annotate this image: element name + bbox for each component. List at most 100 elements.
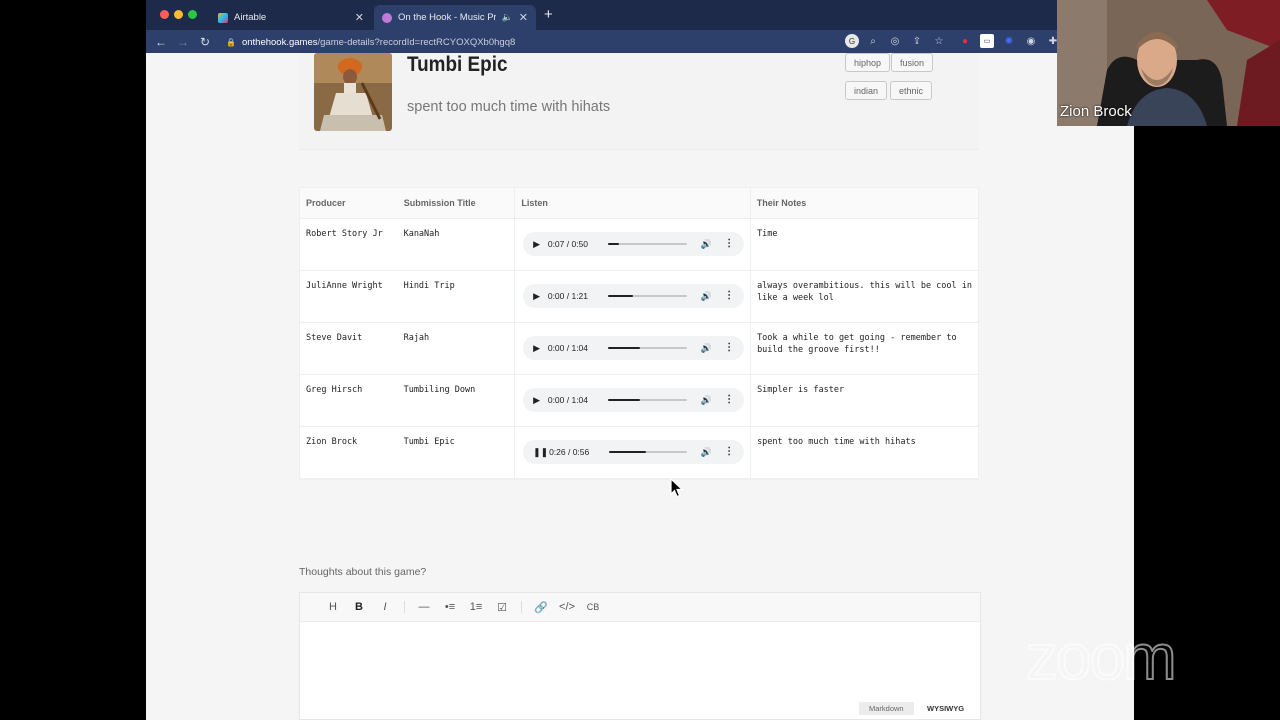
audio-progress-fill [608, 399, 640, 401]
extension-box-icon[interactable]: ▭ [980, 34, 994, 48]
audio-progress-bar[interactable] [608, 243, 687, 245]
volume-icon[interactable]: 🔊 [701, 446, 712, 458]
close-window-icon[interactable] [160, 10, 169, 19]
address-bar[interactable]: 🔒 onthehook.games/game-details?recordId=… [226, 34, 836, 50]
audio-player[interactable]: ❚❚ 0:26 / 0:56 🔊 ⋮ [523, 440, 745, 464]
minimize-window-icon[interactable] [174, 10, 183, 19]
notes-cell: Time [757, 229, 778, 239]
numbered-list-button[interactable]: 1≡ [463, 601, 489, 613]
volume-icon[interactable]: 🔊 [701, 238, 712, 250]
notes-cell: spent too much time with hihats [757, 437, 916, 447]
column-header-title: Submission Title [398, 188, 516, 218]
audio-player[interactable]: ▶ 0:00 / 1:21 🔊 ⋮ [523, 284, 745, 308]
table-row: Zion Brock Tumbi Epic ❚❚ 0:26 / 0:56 🔊 ⋮… [300, 427, 978, 479]
audio-progress-bar[interactable] [608, 295, 687, 297]
table-row: Robert Story Jr KanaNah ▶ 0:07 / 0:50 🔊 … [300, 219, 978, 271]
tab-airtable[interactable]: Airtable ✕ [210, 5, 372, 30]
lock-icon: 🔒 [226, 37, 236, 47]
producer-cell: Zion Brock [306, 437, 358, 447]
tab-on-the-hook[interactable]: On the Hook - Music Produ 🔈 ✕ [374, 5, 536, 30]
toolbar-divider [521, 601, 522, 613]
play-icon[interactable]: ▶ [533, 394, 546, 406]
toolbar-divider [404, 601, 405, 613]
profile-icon[interactable]: ◉ [1024, 34, 1038, 48]
audio-progress-bar[interactable] [609, 451, 687, 453]
audio-progress-fill [608, 347, 640, 349]
tag-badge[interactable]: ethnic [890, 81, 933, 100]
webcam-feed: Zion Brock [1057, 0, 1280, 126]
submission-title-cell: Hindi Trip [398, 271, 516, 322]
task-list-button[interactable]: ☑ [489, 601, 515, 614]
audio-player[interactable]: ▶ 0:00 / 1:04 🔊 ⋮ [523, 388, 745, 412]
share-icon[interactable]: ⇪ [910, 34, 924, 48]
more-options-icon[interactable]: ⋮ [724, 394, 734, 406]
bullet-list-button[interactable]: •≡ [437, 601, 463, 613]
link-button[interactable]: 🔗 [528, 601, 554, 614]
listen-cell: ▶ 0:00 / 1:04 🔊 ⋮ [515, 323, 752, 374]
game-subtitle: spent too much time with hihats [407, 99, 611, 115]
audio-progress-fill [608, 295, 634, 297]
game-header: Tumbi Epic spent too much time with hiha… [299, 53, 979, 150]
audio-player[interactable]: ▶ 0:00 / 1:04 🔊 ⋮ [523, 336, 745, 360]
volume-icon[interactable]: 🔊 [701, 290, 712, 302]
extension-gear-icon[interactable]: ✺ [1002, 34, 1016, 48]
markdown-mode-button[interactable]: Markdown [859, 702, 914, 715]
more-options-icon[interactable]: ⋮ [724, 238, 734, 250]
play-icon[interactable]: ▶ [533, 342, 546, 354]
table-row: Greg Hirsch Tumbiling Down ▶ 0:00 / 1:04… [300, 375, 978, 427]
bold-button[interactable]: B [346, 601, 372, 613]
code-button[interactable]: </> [554, 601, 580, 613]
google-icon[interactable]: G [845, 34, 859, 48]
play-icon[interactable]: ▶ [533, 290, 546, 302]
volume-icon[interactable]: 🔊 [701, 394, 712, 406]
notes-cell: always overambitious. this will be cool … [757, 281, 972, 303]
pause-icon[interactable]: ❚❚ [533, 446, 548, 458]
producer-cell: Robert Story Jr [306, 229, 383, 239]
close-tab-icon[interactable]: ✕ [355, 11, 364, 24]
notes-cell: Simpler is faster [757, 385, 845, 395]
more-options-icon[interactable]: ⋮ [724, 446, 734, 458]
zoom-magnifier-icon[interactable]: ⌕ [866, 34, 880, 48]
eye-slash-icon[interactable]: ◎ [888, 34, 902, 48]
bookmark-star-icon[interactable]: ☆ [932, 34, 946, 48]
back-icon[interactable]: ← [150, 35, 172, 49]
heading-button[interactable]: H [320, 601, 346, 613]
audio-progress-bar[interactable] [608, 347, 687, 349]
code-block-button[interactable]: CB [580, 602, 606, 612]
wysiwyg-mode-button[interactable]: WYSIWYG [917, 702, 975, 715]
horizontal-rule-button[interactable]: — [411, 601, 437, 613]
url-host: onthehook.games [241, 36, 318, 48]
producer-cell: Steve Davit [306, 333, 363, 343]
new-tab-icon[interactable]: + [544, 7, 553, 22]
play-icon[interactable]: ▶ [533, 238, 546, 250]
italic-button[interactable]: I [372, 601, 398, 613]
submission-title-cell: Rajah [398, 323, 516, 374]
more-options-icon[interactable]: ⋮ [724, 290, 734, 302]
forward-icon[interactable]: → [172, 35, 194, 49]
audio-player[interactable]: ▶ 0:07 / 0:50 🔊 ⋮ [523, 232, 745, 256]
volume-icon[interactable]: 🔊 [701, 342, 712, 354]
maximize-window-icon[interactable] [188, 10, 197, 19]
tag-badge[interactable]: indian [845, 81, 888, 100]
tag-badge[interactable]: fusion [891, 53, 934, 72]
reload-icon[interactable]: ↻ [194, 35, 216, 49]
tab-bar: Airtable ✕ On the Hook - Music Produ 🔈 ✕… [146, 0, 1134, 30]
on-the-hook-icon [382, 12, 392, 23]
speaker-icon[interactable]: 🔈 [502, 12, 513, 23]
audio-progress-bar[interactable] [608, 399, 687, 401]
close-tab-icon[interactable]: ✕ [519, 11, 528, 24]
browser-window: Airtable ✕ On the Hook - Music Produ 🔈 ✕… [146, 0, 1134, 720]
page-content: Tumbi Epic spent too much time with hiha… [146, 53, 1134, 720]
pocket-icon[interactable]: ● [958, 34, 972, 48]
more-options-icon[interactable]: ⋮ [724, 342, 734, 354]
feedback-editor[interactable]: H B I — •≡ 1≡ ☑ 🔗 </> CB Markdown WYSIWY… [299, 592, 981, 720]
table-header: Producer Submission Title Listen Their N… [300, 188, 978, 219]
table-row: Steve Davit Rajah ▶ 0:00 / 1:04 🔊 ⋮ Took… [300, 323, 978, 375]
producer-cell: Greg Hirsch [306, 385, 363, 395]
tag-badge[interactable]: hiphop [845, 53, 891, 72]
submission-title-cell: KanaNah [398, 219, 516, 270]
notes-cell: Took a while to get going - remember to … [757, 333, 957, 355]
mouse-cursor-icon [670, 478, 684, 498]
audio-time: 0:00 / 1:04 [547, 343, 589, 353]
audio-time: 0:00 / 1:21 [547, 291, 589, 301]
